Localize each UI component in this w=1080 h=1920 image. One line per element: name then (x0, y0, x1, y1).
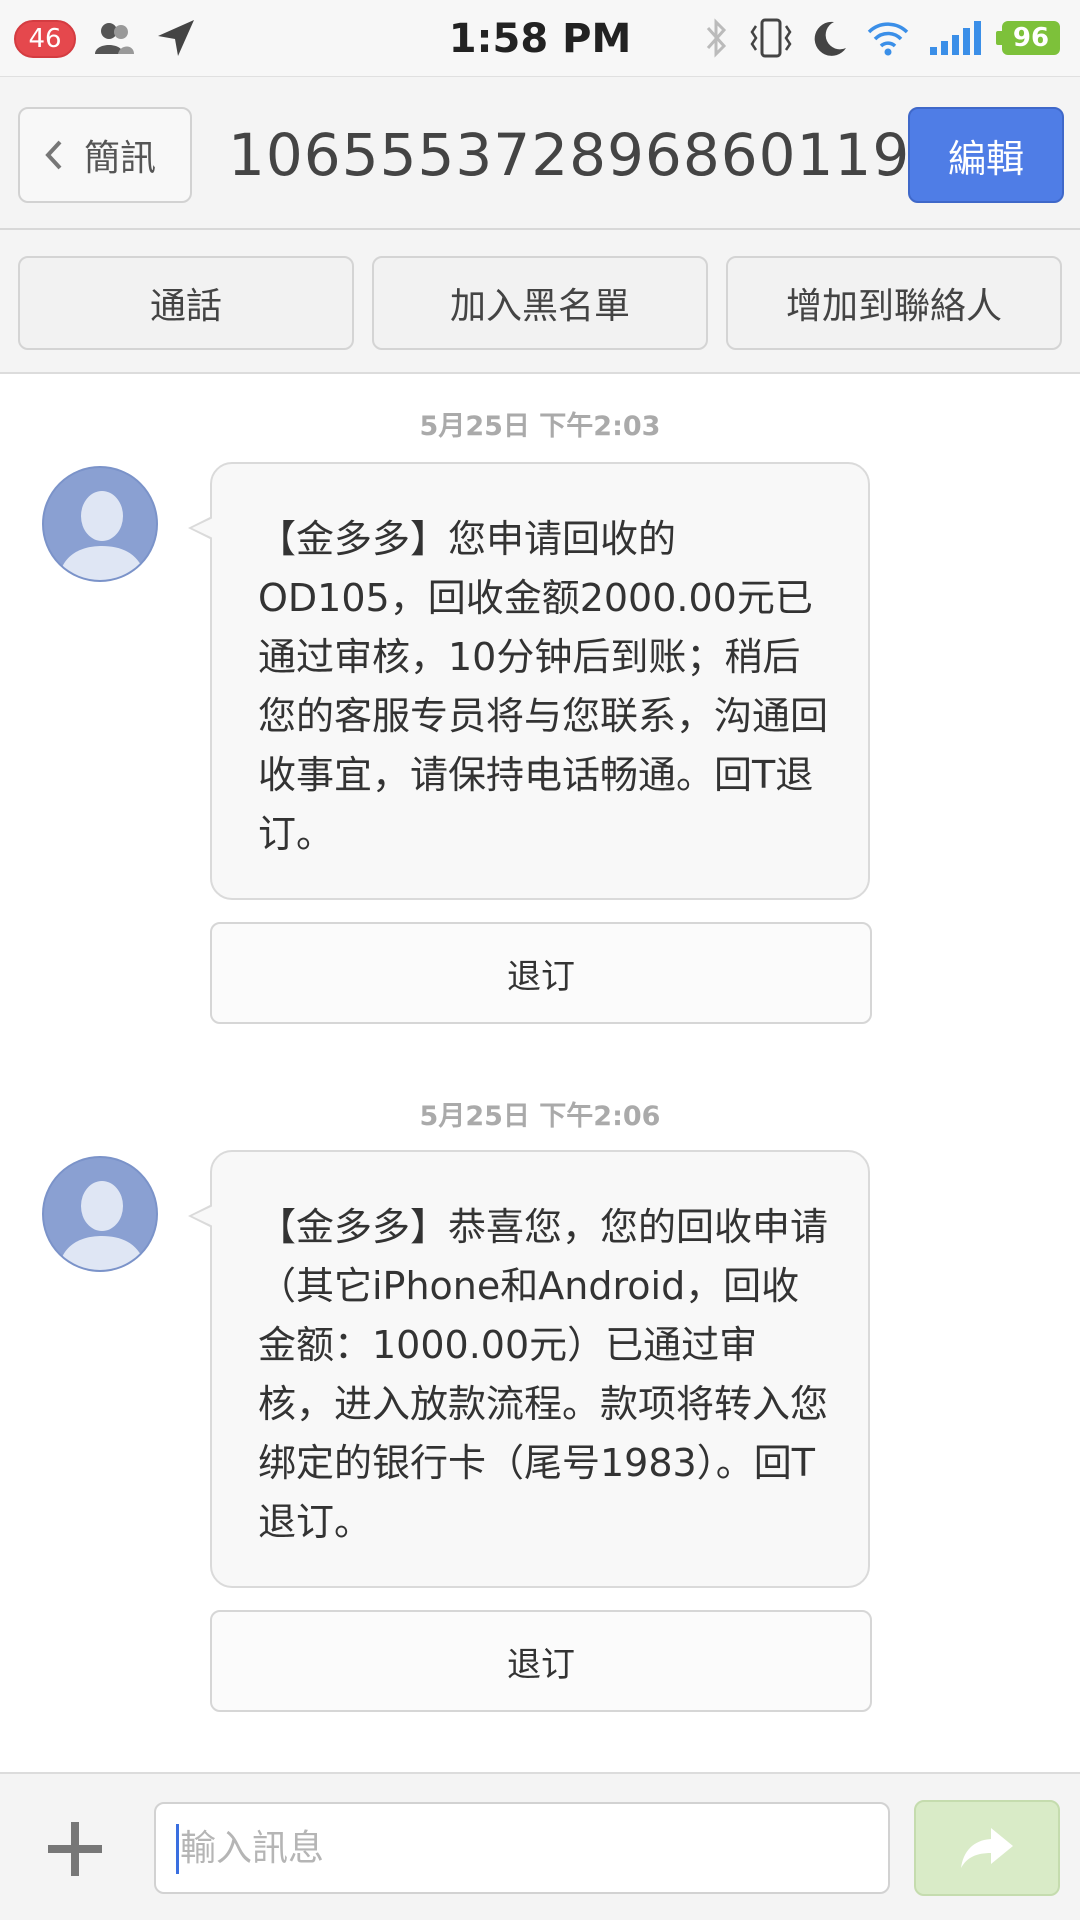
message-bubble: 【金多多】您申请回收的OD105，回收金额2000.00元已通过审核，10分钟后… (188, 462, 870, 900)
battery-icon: 96 (996, 21, 1060, 55)
text-caret (176, 1824, 179, 1874)
add-attachment-button[interactable] (46, 1820, 104, 1878)
unsubscribe-button[interactable]: 退订 (210, 1610, 872, 1712)
status-bar: 46 1:58 PM 96 (0, 0, 1080, 76)
bluetooth-icon (706, 18, 727, 58)
message-text: 【金多多】您申请回收的OD105，回收金额2000.00元已通过审核，10分钟后… (258, 517, 829, 856)
message-text: 【金多多】恭喜您，您的回收申请（其它iPhone和Android，回收金额：10… (258, 1205, 829, 1544)
status-icons: 96 (702, 14, 1060, 62)
send-button[interactable] (914, 1800, 1060, 1896)
person-icon (58, 491, 146, 580)
add-contact-button[interactable]: 增加到聯絡人 (726, 256, 1062, 350)
navigation-bar: 簡訊 10655537289686011999 編輯 (0, 76, 1080, 230)
vibrate-icon (750, 18, 792, 58)
avatar (42, 466, 158, 582)
message-timestamp: 5月25日 下午2:03 (419, 411, 661, 442)
send-arrow-icon (961, 1828, 1013, 1868)
moon-icon (814, 21, 846, 56)
wifi-icon (867, 22, 909, 56)
blacklist-button[interactable]: 加入黑名單 (372, 256, 708, 350)
avatar (42, 1156, 158, 1272)
message-timestamp: 5月25日 下午2:06 (419, 1101, 661, 1132)
unsubscribe-button[interactable]: 退订 (210, 922, 872, 1024)
contact-action-bar: 通話 加入黑名單 增加到聯絡人 (0, 230, 1080, 374)
back-button-label: 簡訊 (84, 138, 157, 179)
conversation-title: 10655537289686011999 (228, 121, 987, 189)
message-input[interactable] (154, 1802, 890, 1894)
composer-bar (0, 1772, 1080, 1920)
back-button[interactable]: 簡訊 (18, 107, 192, 203)
chevron-left-icon (45, 140, 62, 170)
edit-button[interactable]: 編輯 (908, 107, 1064, 203)
person-icon (58, 1181, 146, 1270)
signal-icon (930, 21, 981, 55)
message-bubble: 【金多多】恭喜您，您的回收申请（其它iPhone和Android，回收金额：10… (188, 1150, 870, 1588)
call-button[interactable]: 通話 (18, 256, 354, 350)
